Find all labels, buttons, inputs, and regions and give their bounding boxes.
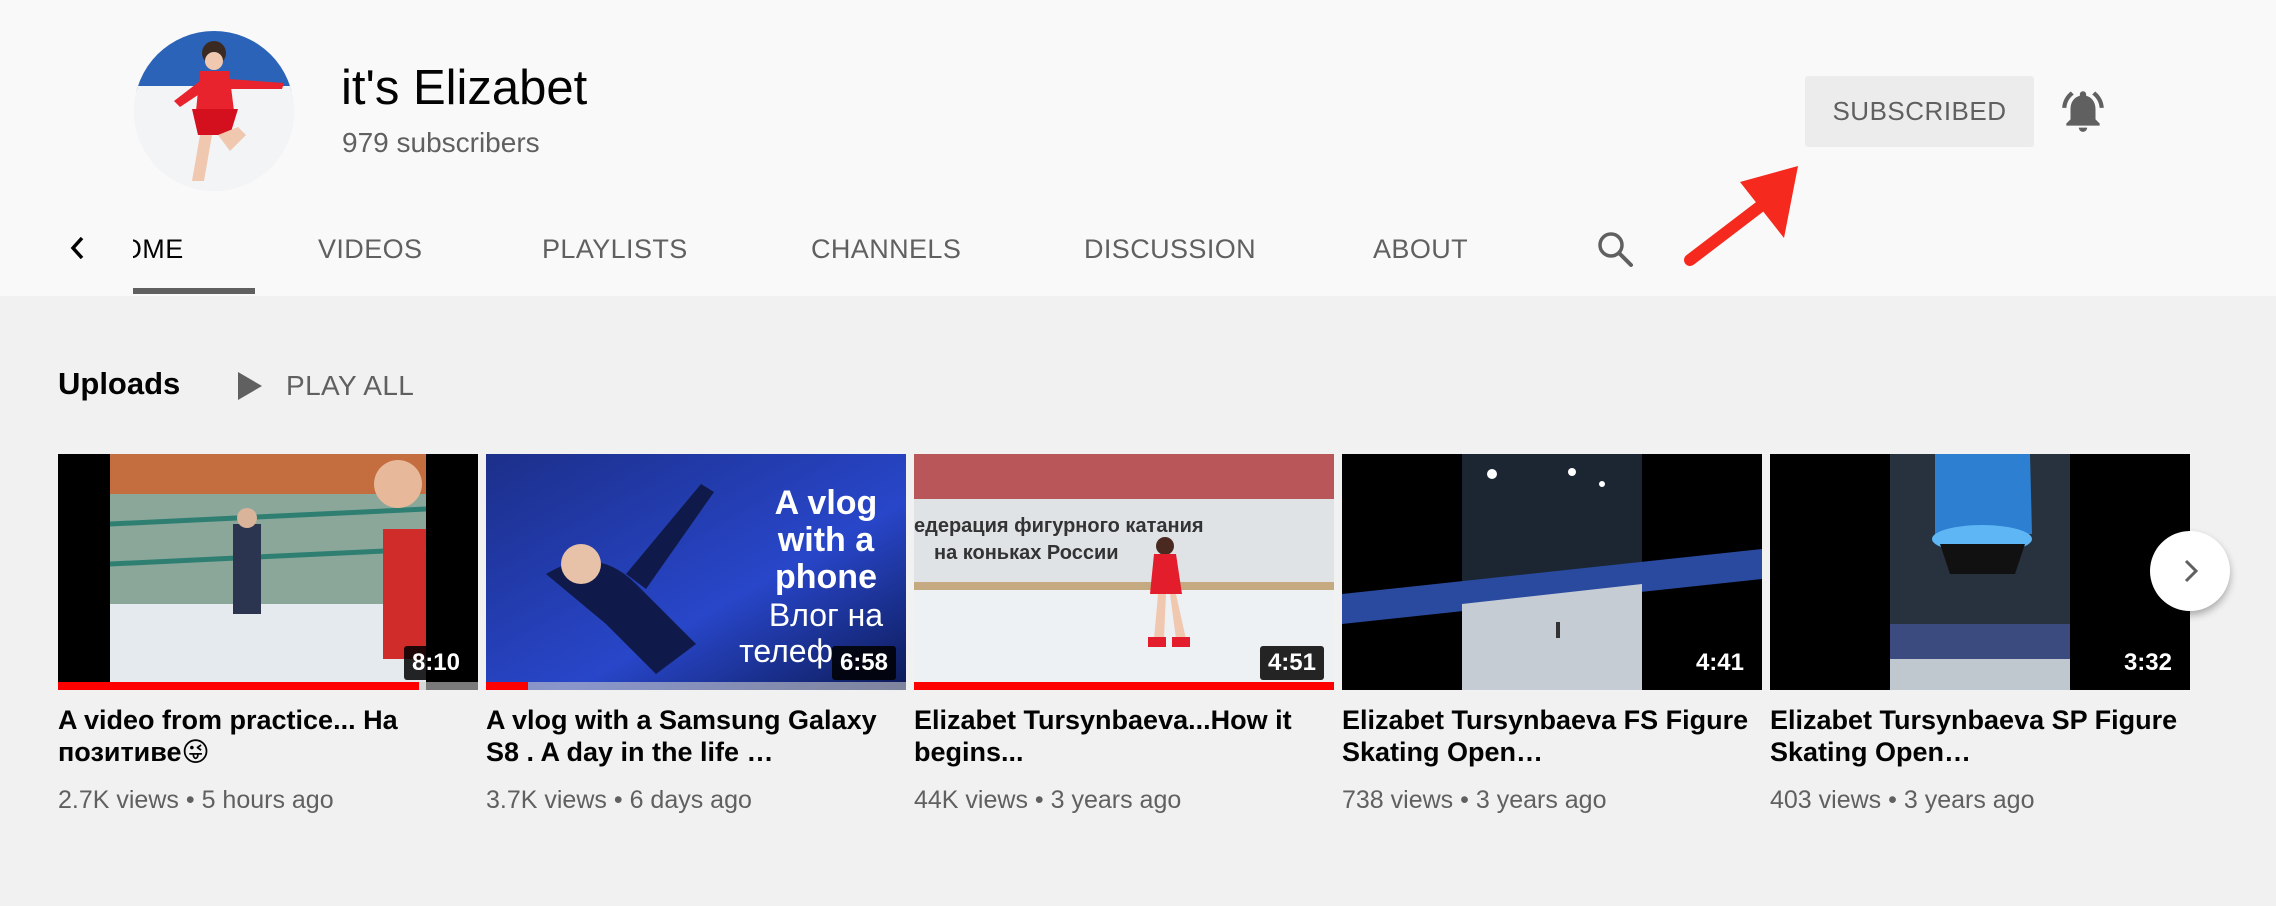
upload-age: 3 years ago bbox=[1903, 786, 2035, 814]
meta-separator: • bbox=[1888, 786, 1897, 814]
view-count: 44K views bbox=[914, 786, 1028, 814]
tab-about[interactable]: ABOUT bbox=[1373, 206, 1468, 296]
video-card[interactable]: A vlog with a phone Влог на телеф 6:58 A… bbox=[486, 454, 906, 815]
view-count: 738 views bbox=[1342, 786, 1454, 814]
video-title[interactable]: Elizabet Tursynbaeva FS Figure Skating O… bbox=[1342, 704, 1762, 768]
play-all-label: PLAY ALL bbox=[286, 370, 415, 401]
video-meta: 403 views • 3 years ago bbox=[1770, 786, 2190, 815]
video-thumbnail[interactable]: 8:10 bbox=[58, 454, 478, 690]
play-all-button[interactable]: PLAY ALL bbox=[236, 366, 414, 406]
video-title[interactable]: A vlog with a Samsung Galaxy S8 . A day … bbox=[486, 704, 906, 768]
subscribed-button[interactable]: SUBSCRIBED bbox=[1805, 76, 2034, 147]
tab-home[interactable]: HOME bbox=[133, 206, 255, 296]
tab-label: HOME bbox=[133, 234, 184, 264]
video-duration: 3:32 bbox=[2115, 646, 2180, 680]
thumb-text: with a bbox=[777, 521, 875, 559]
meta-separator: • bbox=[1460, 786, 1469, 814]
video-thumbnail[interactable]: 3:32 bbox=[1770, 454, 2190, 690]
video-title[interactable]: A video from practice... На позитиве😜 bbox=[58, 704, 478, 768]
watch-progress-fill bbox=[914, 682, 1334, 690]
watch-progress-fill bbox=[486, 682, 528, 690]
video-duration: 4:41 bbox=[1687, 646, 1752, 680]
thumb-text: телеф bbox=[739, 633, 833, 669]
view-count: 403 views bbox=[1770, 786, 1882, 814]
tab-playlists[interactable]: PLAYLISTS bbox=[542, 206, 688, 296]
thumb-text: едерация фигурного катания bbox=[914, 515, 1204, 537]
video-meta: 2.7K views • 5 hours ago bbox=[58, 786, 478, 815]
watch-progress bbox=[58, 682, 478, 690]
thumb-text: на коньках России bbox=[934, 542, 1119, 564]
watch-progress bbox=[486, 682, 906, 690]
uploads-heading: Uploads bbox=[58, 366, 181, 401]
channel-header: it's Elizabet 979 subscribers SUBSCRIBED… bbox=[0, 0, 2276, 296]
video-meta: 44K views • 3 years ago bbox=[914, 786, 1334, 815]
video-thumbnail[interactable]: 4:41 bbox=[1342, 454, 1762, 690]
thumb-text: Влог на bbox=[769, 597, 883, 633]
view-count: 2.7K views bbox=[58, 786, 179, 814]
video-meta: 738 views • 3 years ago bbox=[1342, 786, 1762, 815]
video-thumbnail[interactable]: едерация фигурного катания на коньках Ро… bbox=[914, 454, 1334, 690]
video-card[interactable]: 3:32 Elizabet Tursynbaeva SP Figure Skat… bbox=[1770, 454, 2190, 815]
channel-tabs: HOME VIDEOS PLAYLISTS CHANNELS DISCUSSIO… bbox=[0, 206, 1700, 296]
video-thumbnail[interactable]: A vlog with a phone Влог на телеф 6:58 bbox=[486, 454, 906, 690]
active-tab-indicator bbox=[133, 288, 255, 294]
chevron-right-icon[interactable] bbox=[2150, 531, 2230, 611]
upload-age: 6 days ago bbox=[629, 786, 752, 814]
video-card[interactable]: 8:10 A video from practice... На позитив… bbox=[58, 454, 478, 815]
channel-avatar[interactable] bbox=[134, 31, 294, 191]
upload-age: 5 hours ago bbox=[201, 786, 334, 814]
thumb-text: A vlog bbox=[775, 484, 878, 522]
video-card[interactable]: 4:41 Elizabet Tursynbaeva FS Figure Skat… bbox=[1342, 454, 1762, 815]
watch-progress-fill bbox=[58, 682, 420, 690]
tab-discussion[interactable]: DISCUSSION bbox=[1084, 206, 1256, 296]
channel-name: it's Elizabet bbox=[341, 61, 588, 115]
meta-separator: • bbox=[613, 786, 623, 814]
upload-age: 3 years ago bbox=[1050, 786, 1182, 814]
meta-separator: • bbox=[1034, 786, 1044, 814]
subscriber-count: 979 subscribers bbox=[342, 127, 540, 158]
video-title[interactable]: Elizabet Tursynbaeva...How it begins... bbox=[914, 704, 1334, 768]
view-count: 3.7K views bbox=[486, 786, 607, 814]
video-card[interactable]: едерация фигурного катания на коньках Ро… bbox=[914, 454, 1334, 815]
video-duration: 8:10 bbox=[403, 646, 468, 680]
tab-channels[interactable]: CHANNELS bbox=[811, 206, 961, 296]
thumb-text: phone bbox=[775, 558, 877, 596]
upload-age: 3 years ago bbox=[1475, 786, 1607, 814]
video-title[interactable]: Elizabet Tursynbaeva SP Figure Skating O… bbox=[1770, 704, 2190, 768]
bell-icon[interactable] bbox=[2058, 86, 2108, 136]
chevron-left-icon[interactable] bbox=[58, 228, 98, 268]
meta-separator: • bbox=[185, 786, 195, 814]
play-icon bbox=[238, 372, 262, 400]
video-meta: 3.7K views • 6 days ago bbox=[486, 786, 906, 815]
video-duration: 4:51 bbox=[1259, 646, 1324, 680]
search-icon[interactable] bbox=[1594, 228, 1636, 270]
watch-progress bbox=[914, 682, 1334, 690]
video-duration: 6:58 bbox=[831, 646, 896, 680]
tab-videos[interactable]: VIDEOS bbox=[318, 206, 422, 296]
